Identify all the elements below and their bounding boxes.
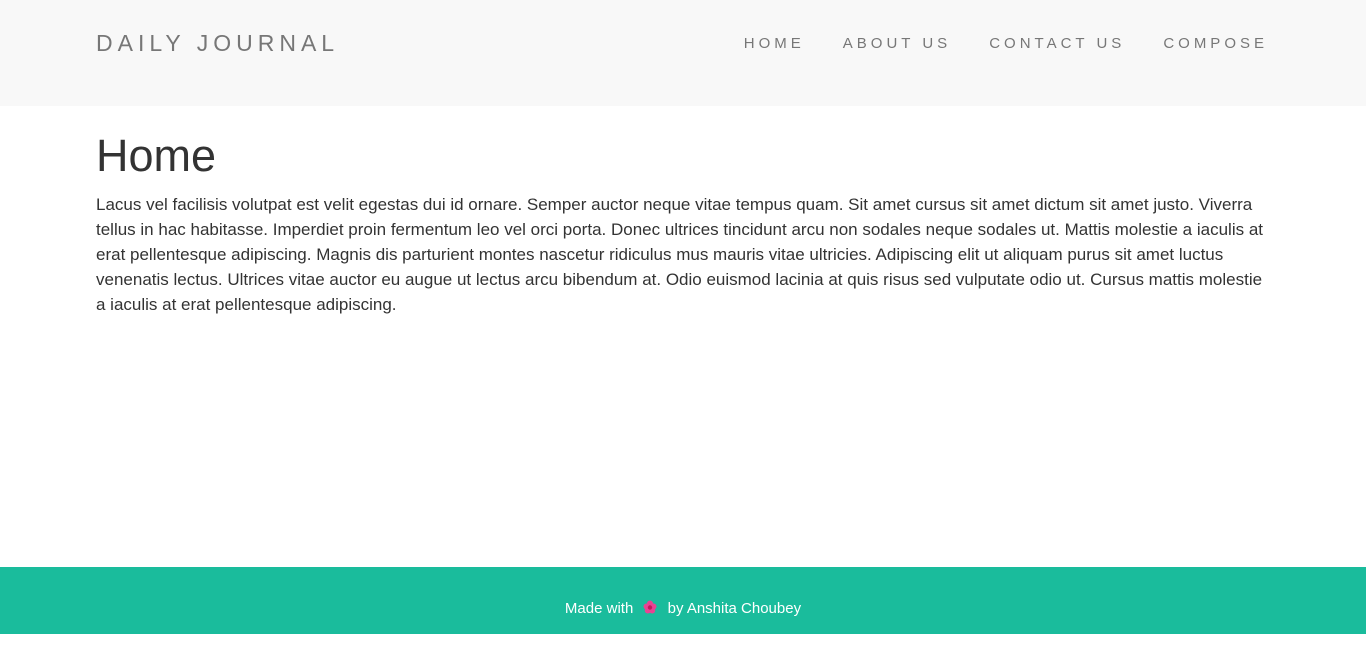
nav-links: HOME ABOUT US CONTACT US COMPOSE [706,35,1268,52]
brand-link[interactable]: DAILY JOURNAL [96,30,339,57]
nav-link-about-us[interactable]: ABOUT US [843,35,951,52]
body-text: Lacus vel facilisis volutpat est velit e… [96,195,1263,314]
footer: Made with by Anshita Choubey [0,567,1366,634]
main-content: Home Lacus vel facilisis volutpat est ve… [96,128,1272,317]
nav-link-home[interactable]: HOME [744,35,805,52]
footer-suffix: by Anshita Choubey [667,600,802,617]
nav-link-compose[interactable]: COMPOSE [1163,35,1268,52]
page-title: Home [96,130,217,181]
nav-link-contact-us[interactable]: CONTACT US [989,35,1125,52]
navbar: DAILY JOURNAL HOME ABOUT US CONTACT US C… [0,0,1366,106]
flower-icon [643,600,657,614]
footer-prefix: Made with [564,600,634,617]
